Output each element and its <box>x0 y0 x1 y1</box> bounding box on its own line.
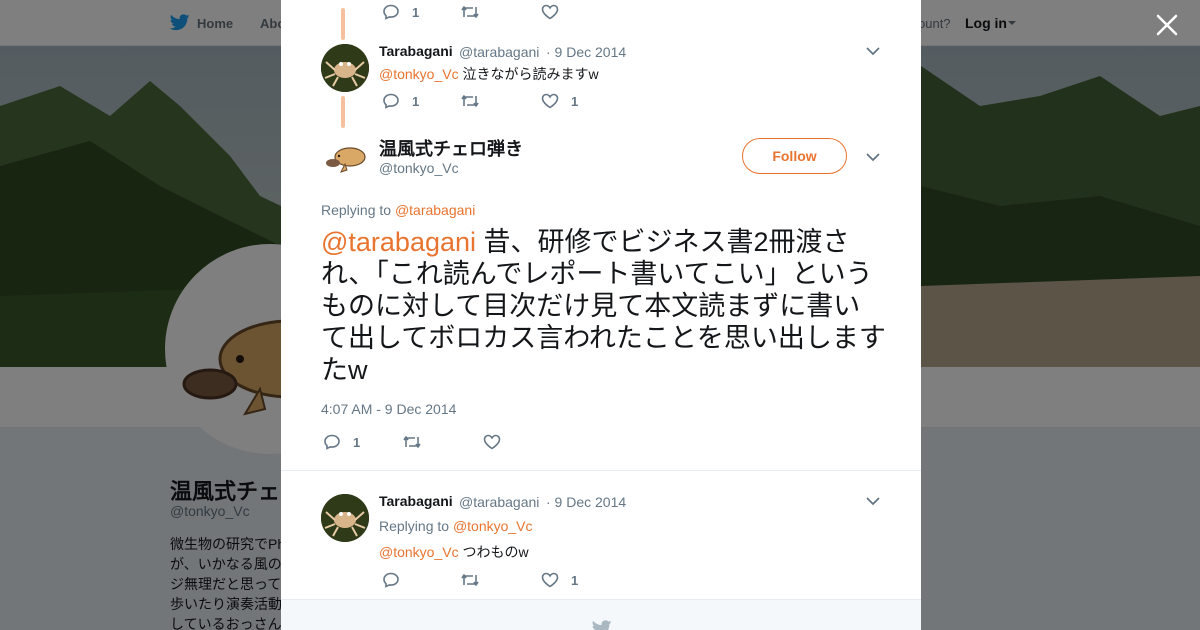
tweet-author-handle[interactable]: @tarabagani <box>459 44 539 60</box>
reply-icon <box>383 93 399 109</box>
tweet-date[interactable]: · 9 Dec 2014 <box>546 494 626 510</box>
main-tweet-author-handle[interactable]: @tonkyo_Vc <box>379 160 459 176</box>
like-action[interactable] <box>483 434 501 450</box>
like-count: 1 <box>571 572 579 588</box>
reply-action[interactable] <box>382 572 400 588</box>
retweet-icon <box>403 436 421 448</box>
tweet-author-avatar[interactable] <box>321 494 369 542</box>
retweet-action[interactable] <box>460 573 480 587</box>
reply-count: 1 <box>412 4 420 20</box>
retweet-action[interactable] <box>402 435 422 449</box>
heart-icon <box>541 572 559 588</box>
tweet-author-avatar[interactable] <box>321 44 369 92</box>
reply-action[interactable]: 1 <box>323 434 360 450</box>
retweet-action[interactable] <box>460 94 480 108</box>
modal-footer <box>281 599 921 630</box>
close-icon[interactable] <box>1154 12 1180 38</box>
reply-count: 1 <box>412 93 420 109</box>
reply-icon <box>324 434 340 450</box>
twitter-bird-icon <box>592 620 612 630</box>
reply-icon <box>383 4 399 20</box>
replying-to-mention[interactable]: @tonkyo_Vc <box>453 518 533 534</box>
crab-avatar-icon <box>321 494 369 542</box>
chevron-down-icon[interactable] <box>866 496 880 506</box>
retweet-icon <box>461 6 479 18</box>
follow-button[interactable]: Follow <box>742 138 847 174</box>
main-tweet-text: @tarabagani 昔、研修でビジネス書2冊渡され、「これ読んでレポート書い… <box>321 226 886 386</box>
thread-connector-line <box>341 96 345 128</box>
like-action[interactable] <box>541 4 559 20</box>
tweet-text: @tonkyo_Vc 泣きながら読みますw <box>379 64 599 84</box>
main-tweet-timestamp[interactable]: 4:07 AM - 9 Dec 2014 <box>321 401 456 417</box>
reply-icon <box>383 572 399 588</box>
reply-action[interactable]: 1 <box>382 93 419 109</box>
replying-to-label: Replying to <box>379 518 450 534</box>
retweet-action[interactable] <box>460 5 480 19</box>
replying-to-label: Replying to <box>321 202 392 218</box>
tweet-text: @tonkyo_Vc つわものw <box>379 542 529 562</box>
reply-action[interactable]: 1 <box>382 4 419 20</box>
tweet-author-name[interactable]: Tarabagani <box>379 493 453 509</box>
main-tweet-author-name[interactable]: 温風式チェロ弾き <box>379 135 523 161</box>
like-action[interactable]: 1 <box>541 572 578 588</box>
retweet-icon <box>461 574 479 586</box>
tweet-body: 泣きながら読みますw <box>462 66 599 82</box>
reply-count: 1 <box>353 434 361 450</box>
main-tweet-avatar[interactable] <box>321 132 369 180</box>
heart-icon <box>541 4 559 20</box>
heart-icon <box>541 93 559 109</box>
tweet-date[interactable]: · 9 Dec 2014 <box>546 44 626 60</box>
tweet-author-handle[interactable]: @tarabagani <box>459 494 539 510</box>
mention-link[interactable]: @tonkyo_Vc <box>379 544 459 560</box>
replying-to-line: Replying to @tonkyo_Vc <box>379 518 533 534</box>
mention-link[interactable]: @tarabagani <box>321 227 476 257</box>
replying-to-line: Replying to @tarabagani <box>321 202 475 218</box>
tweet-author-name[interactable]: Tarabagani <box>379 43 453 59</box>
mention-link[interactable]: @tonkyo_Vc <box>379 66 459 82</box>
divider <box>281 470 921 471</box>
chevron-down-icon[interactable] <box>866 152 880 162</box>
chevron-down-icon[interactable] <box>866 46 880 56</box>
platypus-avatar-icon <box>321 132 369 180</box>
tweet-body: つわものw <box>462 544 529 560</box>
tweet-permalink-modal: 1 Tarabagani @tarabagani · 9 Dec 2014 @t… <box>281 0 921 630</box>
thread-connector-line <box>341 8 345 40</box>
like-action[interactable]: 1 <box>541 93 578 109</box>
retweet-icon <box>461 95 479 107</box>
like-count: 1 <box>571 93 579 109</box>
heart-icon <box>483 434 501 450</box>
replying-to-mention[interactable]: @tarabagani <box>395 202 475 218</box>
crab-avatar-icon <box>321 44 369 92</box>
